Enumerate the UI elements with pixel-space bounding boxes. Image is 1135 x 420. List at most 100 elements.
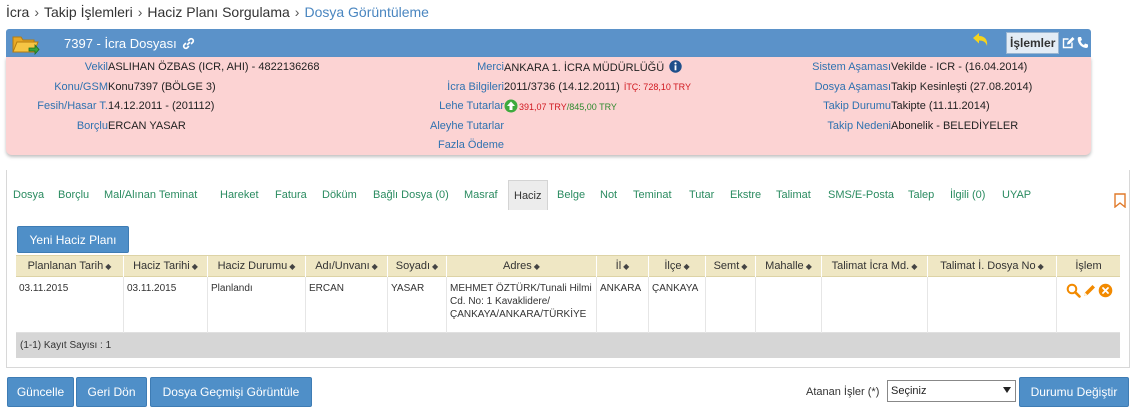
info-konu: Konu/GSM Konu7397 (BÖLGE 3) [54,80,215,94]
sort-icon: ◆ [533,262,540,271]
breadcrumb-current: Dosya Görüntüleme [304,4,429,20]
link-icon[interactable] [182,37,195,50]
tab-talimat[interactable]: Talimat [776,180,811,210]
atanan-isler-selected: Seçiniz [891,385,927,397]
geri-don-button[interactable]: Geri Dön [76,377,147,407]
tab-bagli-dosya[interactable]: Bağlı Dosya (0) [373,180,449,210]
info-vekil: Vekil ASLIHAN ÖZBAS (ICR, AHI) - 48221362… [85,60,320,74]
sort-icon: ◆ [191,262,198,271]
tab-talep[interactable]: Talep [908,180,934,210]
breadcrumb: İcra › Takip İşlemleri › Haciz Planı Sorgula… [6,4,429,20]
breadcrumb-separator: › [137,4,143,20]
tab-dokum[interactable]: Döküm [322,180,357,210]
info-lehe: Lehe Tutarlar 391,07 TRY/845,00 TRY [439,99,617,114]
breadcrumb-item-haciz-plani-sorgulama[interactable]: Haciz Planı Sorgulama [147,4,289,20]
tab-not[interactable]: Not [600,180,617,210]
info-label: İcra Bilgileri [447,81,504,93]
undo-icon[interactable] [972,32,990,48]
info-label: Fesih/Hasar T. [37,100,108,112]
column-header-soyadi[interactable]: Soyadı ◆ [388,256,447,277]
pencil-icon[interactable] [1082,283,1097,298]
info-label: Takip Durumu [823,100,891,112]
info-label: Konu/GSM [54,81,108,93]
sort-icon: ◆ [805,262,812,271]
cell-soyadi: YASAR [388,277,447,333]
column-header-mahalle[interactable]: Mahalle ◆ [756,256,822,277]
tab-hareket[interactable]: Hareket [220,180,259,210]
tab-mal-alinan-teminat[interactable]: Mal/Alınan Teminat [104,180,197,210]
info-label: Sistem Aşaması [812,61,891,73]
guncelle-button[interactable]: Güncelle [7,377,74,407]
file-header: 7397 - İcra Dosyası İşlemler [6,29,1091,57]
tab-belge[interactable]: Belge [557,180,585,210]
info-value: 2011/3736 (14.12.2011) [504,81,620,93]
cell-il: ANKARA [597,277,649,333]
column-header-haciz-durumu[interactable]: Haciz Durumu ◆ [208,256,306,277]
durumu-degistir-button[interactable]: Durumu Değiştir [1019,377,1129,407]
islemler-button[interactable]: İşlemler [1006,32,1060,54]
atanan-isler-select[interactable]: Seçiniz [887,380,1016,402]
table-footer: (1-1) Kayıt Sayısı : 1 [16,333,1120,358]
tab-ekstre[interactable]: Ekstre [730,180,761,210]
phone-icon[interactable] [1077,36,1088,49]
info-label: Takip Nedeni [827,120,891,132]
tab-masraf[interactable]: Masraf [464,180,498,210]
table-header: Planlanan Tarih ◆ Haciz Tarihi ◆ Haciz Dur… [16,255,1120,277]
column-header-talimat-dosya-no[interactable]: Talimat İ. Dosya No ◆ [928,256,1057,277]
column-header-semt[interactable]: Semt ◆ [706,256,756,277]
info-label: Borçlu [76,120,108,132]
tab-uyap[interactable]: UYAP [1002,180,1031,210]
breadcrumb-separator: › [294,4,300,20]
tab-tutar[interactable]: Tutar [689,180,714,210]
column-header-il[interactable]: İl ◆ [597,256,649,277]
breadcrumb-separator: › [34,4,40,20]
sort-icon: ◆ [432,262,439,271]
chevron-down-icon [1003,387,1011,393]
cell-islem [1057,277,1120,333]
info-merci: Merci ANKARA 1. İCRA MÜDÜRLÜĞÜ [477,60,682,75]
tab-teminat[interactable]: Teminat [633,180,672,210]
atanan-isler-label: Atanan İşler (*) [806,386,880,398]
tab-fatura[interactable]: Fatura [275,180,307,210]
search-icon[interactable] [1066,283,1081,298]
column-header-adi-unvani[interactable]: Adı/Unvanı ◆ [306,256,388,277]
column-header-planlanan-tarih[interactable]: Planlanan Tarih ◆ [16,256,124,277]
edit-icon[interactable] [1062,36,1075,49]
info-value: Vekilde - ICR - (16.04.2014) [891,61,1028,73]
sort-icon: ◆ [741,262,748,271]
tab-sms-eposta[interactable]: SMS/E-Posta [828,180,894,210]
sort-icon: ◆ [911,262,918,271]
info-value: ANKARA 1. İCRA MÜDÜRLÜĞÜ [504,62,665,74]
tab-ilgili[interactable]: İlgili (0) [950,180,985,210]
info-dosya-asamasi: Dosya Aşaması Takip Kesinleşti (27.08.201… [815,80,1033,94]
cell-talimat-icra [822,277,928,333]
dosya-gecmisi-button[interactable]: Dosya Geçmişi Görüntüle [150,377,312,407]
breadcrumb-item-takip-islemleri[interactable]: Takip İşlemleri [44,4,133,20]
arrow-up-icon [504,99,518,113]
info-value: ASLIHAN ÖZBAS (ICR, AHI) - 4822136268 [108,61,320,73]
info-value: Takip Kesinleşti (27.08.2014) [891,81,1033,93]
info-icon[interactable] [669,60,682,73]
column-header-ilce[interactable]: İlçe ◆ [649,256,706,277]
new-haciz-plan-button[interactable]: Yeni Haciz Planı [17,226,129,253]
tab-dosya[interactable]: Dosya [13,180,44,210]
column-header-talimat-icra-md[interactable]: Talimat İcra Md. ◆ [822,256,928,277]
tab-haciz[interactable]: Haciz [508,180,548,210]
breadcrumb-item-icra[interactable]: İcra [6,4,29,20]
column-header-adres[interactable]: Adres ◆ [447,256,597,277]
info-sistem-asamasi: Sistem Aşaması Vekilde - ICR - (16.04.201… [812,60,1028,74]
info-label: Merci [477,61,504,73]
sort-icon: ◆ [683,262,690,271]
bookmark-icon[interactable] [1114,193,1126,208]
tab-borclu[interactable]: Borçlu [58,180,89,210]
lehe-green-amount: 845,00 TRY [569,102,617,112]
info-label: Lehe Tutarlar [439,100,504,112]
info-label: Vekil [84,61,108,73]
folder-icon [12,36,40,55]
cell-talimat-dosya [928,277,1057,333]
info-value: ERCAN YASAR [108,120,186,132]
info-takip-nedeni: Takip Nedeni Abonelik - BELEDİYELER [827,119,1018,133]
column-header-haciz-tarihi[interactable]: Haciz Tarihi ◆ [124,256,208,277]
table-row[interactable]: 03.11.2015 03.11.2015 Planlandı ERCAN YA… [16,277,1120,333]
delete-icon[interactable] [1098,283,1113,298]
